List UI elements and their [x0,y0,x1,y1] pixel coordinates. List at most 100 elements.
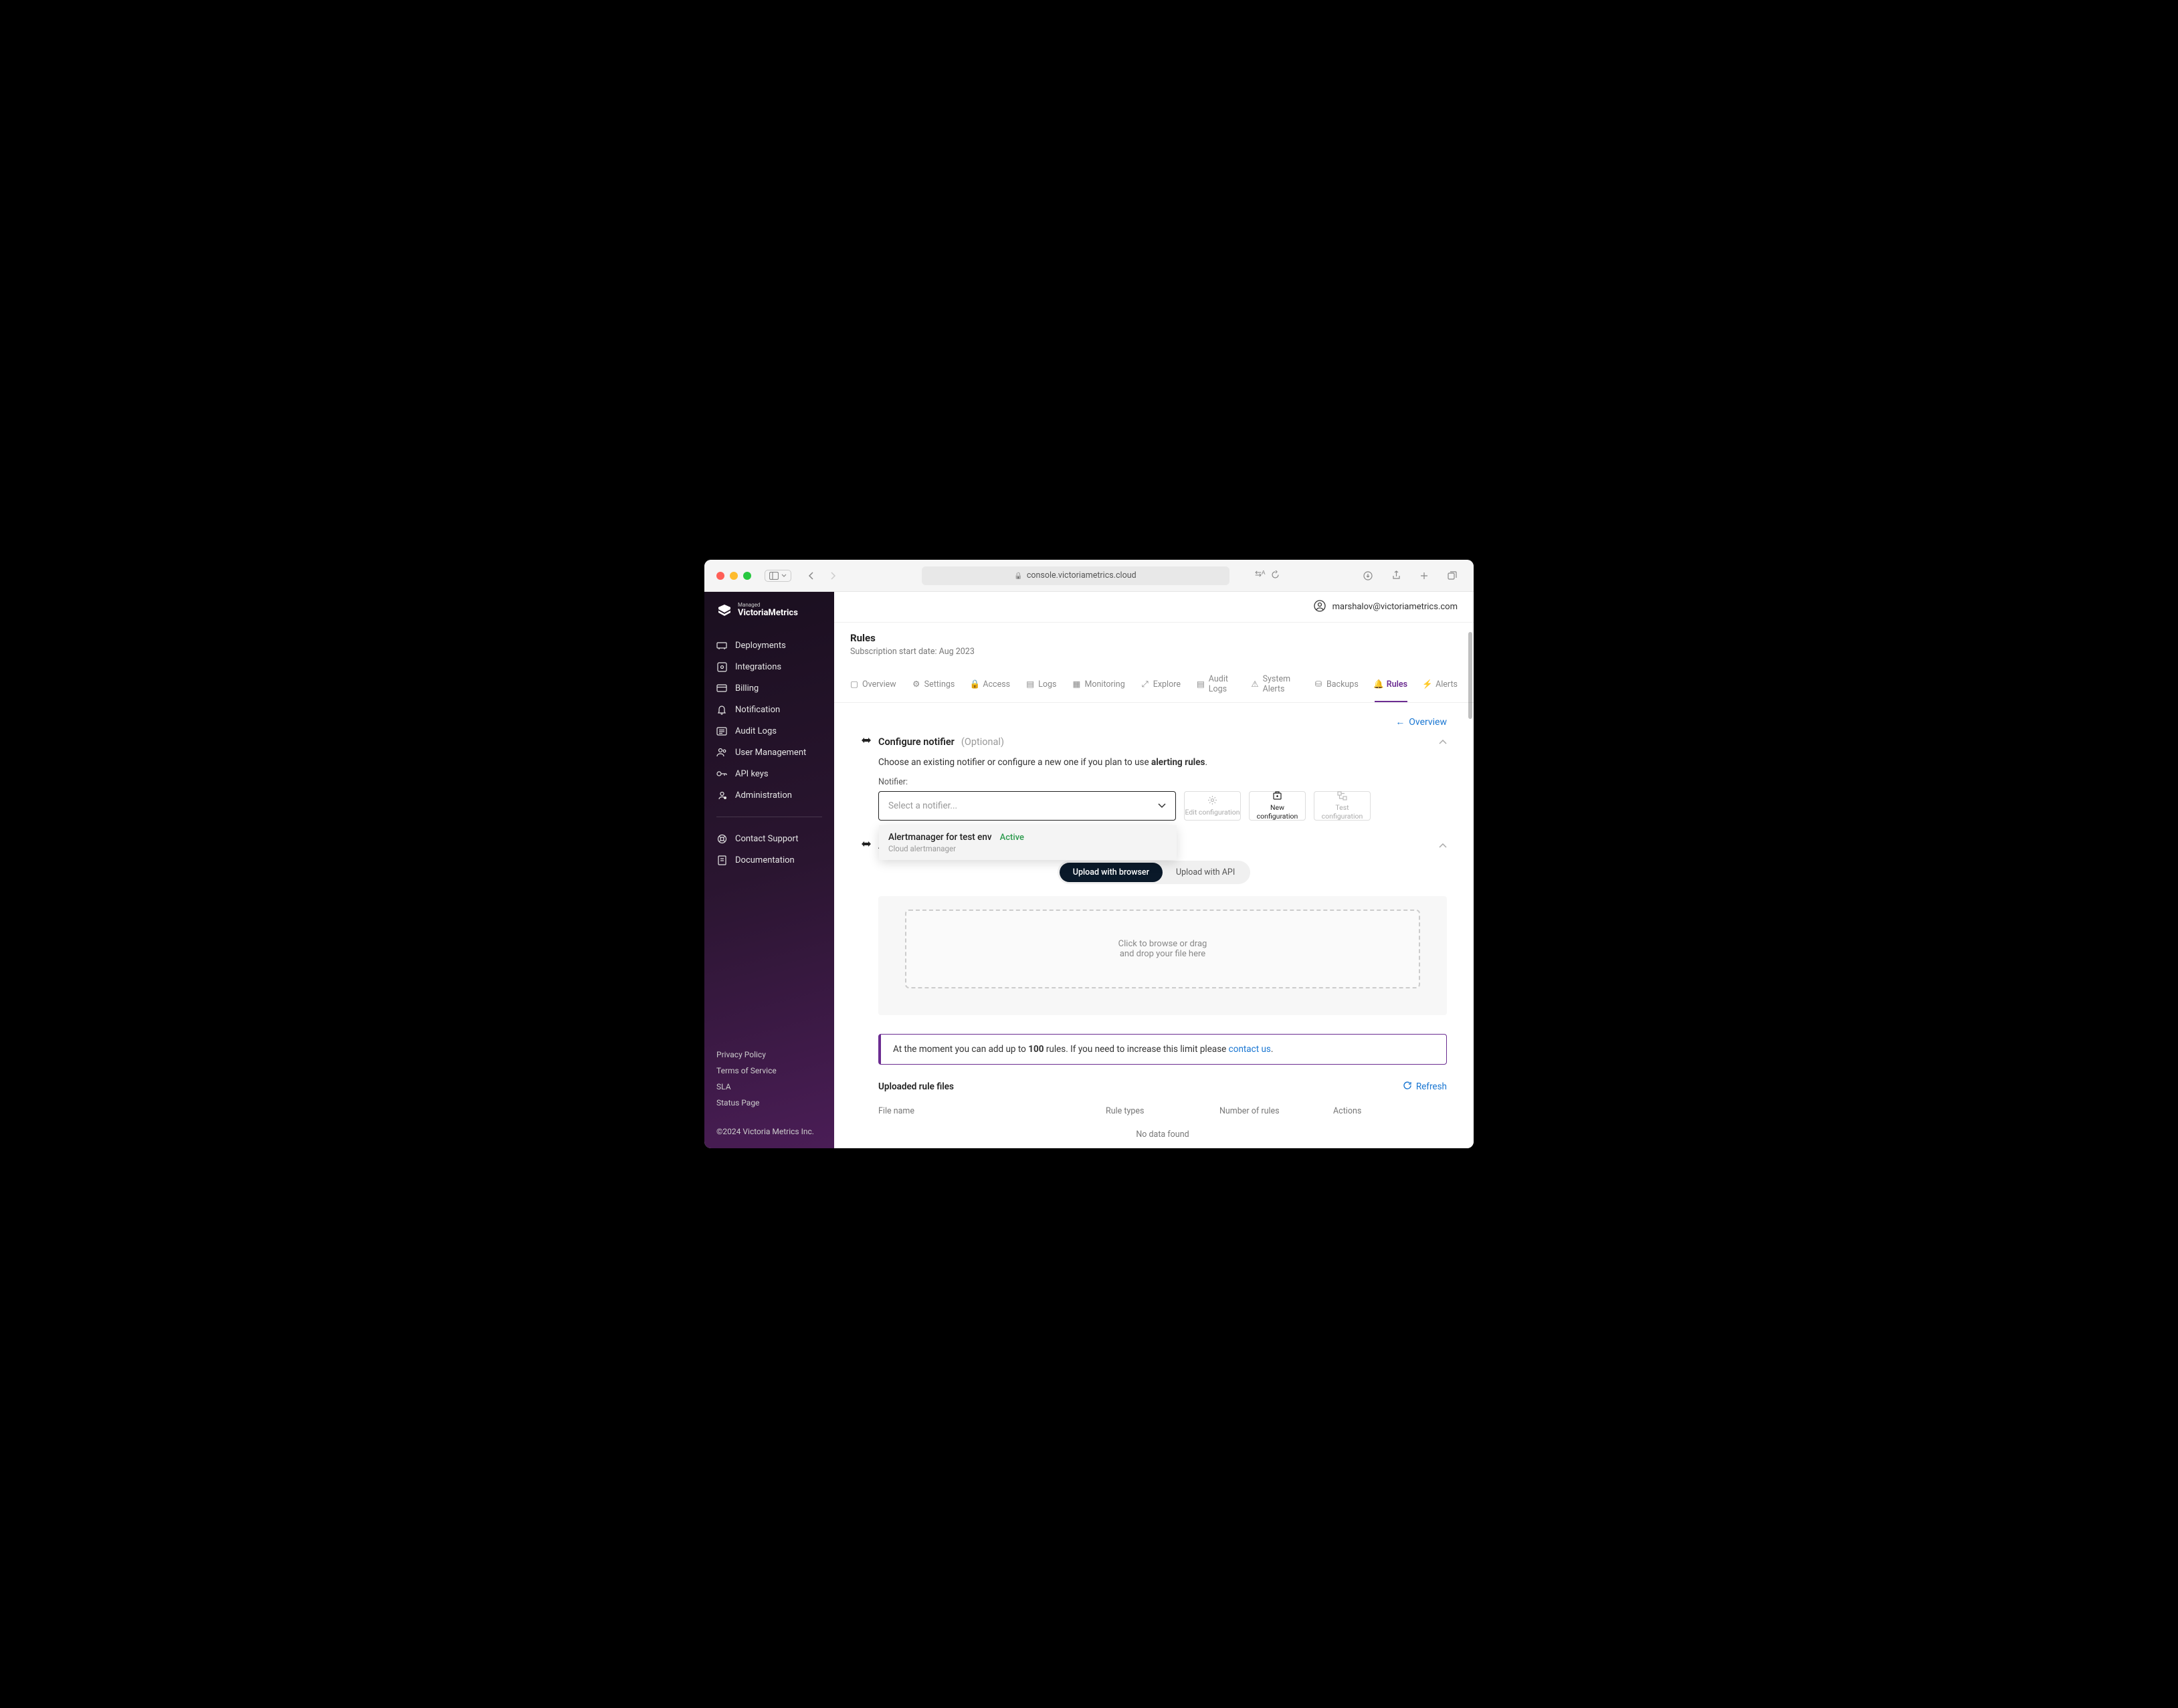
notifier-select[interactable]: Select a notifier... Alertmanager for te… [878,791,1176,821]
sidebar-item-documentation[interactable]: Documentation [704,849,834,871]
upload-api-button[interactable]: Upload with API [1163,863,1248,882]
page-title: Rules [850,632,1458,644]
main-content: marshalov@victoriametrics.com Rules Subs… [834,592,1474,1148]
tab-explore[interactable]: ⤢Explore [1141,667,1181,702]
sidebar-item-apikeys[interactable]: API keys [704,763,834,784]
dropdown-item[interactable]: Alertmanager for test env Active Cloud a… [879,825,1177,860]
explore-icon: ⤢ [1141,680,1149,688]
refresh-button[interactable]: Refresh [1403,1081,1447,1093]
footer-link-privacy[interactable]: Privacy Policy [716,1047,822,1063]
collapse-icon[interactable] [1439,840,1447,851]
dropzone[interactable]: Click to browse or drag and drop your fi… [905,910,1420,988]
subscription-date: Subscription start date: Aug 2023 [850,647,1458,657]
sidebar-item-administration[interactable]: Administration [704,784,834,806]
notifier-field-label: Notifier: [878,777,1447,787]
maximize-window-button[interactable] [743,572,751,580]
user-email: marshalov@victoriametrics.com [1332,602,1458,612]
tab-alerts[interactable]: ⚡Alerts [1423,667,1458,702]
overview-back-link[interactable]: ← Overview [1395,716,1447,728]
sidebar-item-billing[interactable]: Billing [704,677,834,699]
new-config-icon [1272,791,1282,803]
close-window-button[interactable] [716,572,724,580]
col-filename: File name [878,1106,1106,1116]
header-bar: marshalov@victoriametrics.com [834,592,1474,623]
sidebar-label: Billing [735,683,759,693]
lock-icon [1014,570,1022,580]
logo-maintext: VictoriaMetrics [738,609,798,618]
footer-link-sla[interactable]: SLA [716,1079,822,1095]
tab-systemalerts[interactable]: ⚠System Alerts [1251,667,1298,702]
overview-icon: ▢ [850,680,858,688]
alert-icon: ⚠ [1251,680,1258,688]
test-configuration-button[interactable]: Test configuration [1314,791,1371,821]
contact-us-link[interactable]: contact us [1229,1044,1271,1055]
url-bar[interactable]: console.victoriametrics.cloud [922,566,1229,585]
logo[interactable]: Managed VictoriaMetrics [704,603,834,635]
audit-logs-icon [716,726,727,736]
tab-settings[interactable]: ⚙Settings [912,667,955,702]
tab-backups[interactable]: ⛁Backups [1314,667,1359,702]
notifier-dropdown: Alertmanager for test env Active Cloud a… [879,825,1177,860]
tab-overview[interactable]: ▢Overview [850,667,896,702]
arrow-left-icon: ← [1395,716,1405,728]
translate-icon[interactable]: ⇆ᴬ [1255,569,1266,582]
lock-icon: 🔒 [971,680,979,688]
sidebar-label: Notification [735,705,780,715]
sidebar-item-notification[interactable]: Notification [704,699,834,720]
dropdown-item-sub: Cloud alertmanager [888,844,1167,853]
test-icon [1337,791,1347,803]
user-menu[interactable]: marshalov@victoriametrics.com [1314,600,1458,615]
minimize-window-button[interactable] [730,572,738,580]
col-ruletypes: Rule types [1106,1106,1219,1116]
sidebar-toggle-button[interactable] [765,570,791,582]
gear-icon [1207,795,1217,807]
files-table-header: File name Rule types Number of rules Act… [878,1099,1447,1123]
share-button[interactable] [1387,568,1405,584]
backup-icon: ⛁ [1314,680,1322,688]
select-placeholder: Select a notifier... [888,800,957,811]
collapse-icon[interactable] [1439,736,1447,748]
section-description: Choose an existing notifier or configure… [878,757,1447,768]
sidebar-label: Integrations [735,662,781,672]
refresh-icon [1403,1081,1412,1093]
sidebar-label: Deployments [735,641,786,651]
bell-icon [716,704,727,715]
reload-icon[interactable] [1271,569,1280,582]
sidebar-item-auditlogs[interactable]: Audit Logs [704,720,834,742]
new-tab-button[interactable] [1415,568,1433,584]
forward-button[interactable] [823,568,842,584]
tab-access[interactable]: 🔒Access [971,667,1010,702]
logs-icon: ▤ [1026,680,1034,688]
footer-link-status[interactable]: Status Page [716,1095,822,1111]
edit-configuration-button[interactable]: Edit configuration [1184,791,1241,821]
back-button[interactable] [802,568,821,584]
section-title: Configure notifier [878,736,955,748]
sidebar-item-integrations[interactable]: Integrations [704,656,834,677]
monitoring-icon: ▦ [1072,680,1080,688]
tab-monitoring[interactable]: ▦Monitoring [1072,667,1124,702]
tabs-button[interactable] [1443,568,1462,584]
sidebar-item-deployments[interactable]: Deployments [704,635,834,656]
notifier-icon [861,736,872,748]
scrollbar[interactable] [1468,632,1472,719]
tabs: ▢Overview ⚙Settings 🔒Access ▤Logs ▦Monit… [834,667,1474,703]
tab-logs[interactable]: ▤Logs [1026,667,1056,702]
gear-icon: ⚙ [912,680,920,688]
upload-browser-button[interactable]: Upload with browser [1060,863,1163,882]
rules-limit-notice: At the moment you can add up to 100 rule… [878,1034,1447,1065]
new-configuration-button[interactable]: New configuration [1249,791,1306,821]
footer-link-tos[interactable]: Terms of Service [716,1063,822,1079]
browser-window: console.victoriametrics.cloud ⇆ᴬ Managed… [704,560,1474,1148]
download-button[interactable] [1359,568,1377,584]
sidebar-item-usermanagement[interactable]: User Management [704,742,834,763]
user-icon [1314,600,1326,615]
tab-rules[interactable]: 🔔Rules [1375,667,1407,702]
alerts-icon: ⚡ [1423,680,1431,688]
sidebar-item-support[interactable]: Contact Support [704,828,834,849]
rules-icon: 🔔 [1375,680,1383,688]
sidebar-label: API keys [735,769,769,779]
deployments-icon [716,640,727,651]
uploaded-files-title: Uploaded rule files [878,1081,954,1092]
tab-auditlogs[interactable]: ▤Audit Logs [1197,667,1235,702]
sidebar-label: Audit Logs [735,726,777,736]
